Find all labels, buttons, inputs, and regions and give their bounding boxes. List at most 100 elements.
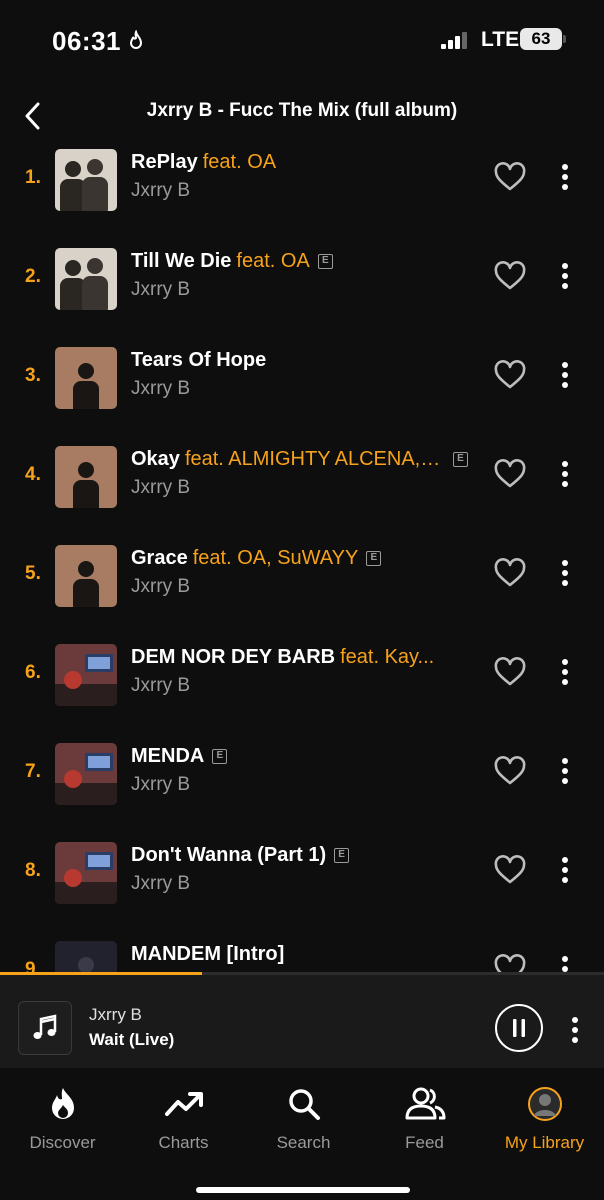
track-artist: Jxrry B bbox=[131, 279, 191, 300]
player-artwork bbox=[18, 1001, 72, 1055]
tab-my-library[interactable]: My Library bbox=[484, 1085, 604, 1153]
search-icon bbox=[288, 1089, 320, 1120]
track-title-line: MANDEM [Intro] bbox=[131, 943, 481, 966]
heart-icon[interactable] bbox=[494, 855, 526, 885]
more-options-icon[interactable] bbox=[553, 954, 577, 972]
more-options-icon[interactable] bbox=[553, 558, 577, 588]
cellular-signal-icon bbox=[441, 32, 467, 49]
more-options-icon[interactable] bbox=[553, 657, 577, 687]
status-time: 06:31 bbox=[52, 26, 121, 56]
track-row[interactable]: 9. MANDEM [Intro] bbox=[0, 932, 604, 972]
heart-icon[interactable] bbox=[494, 360, 526, 390]
track-row[interactable]: 8. Don't Wanna (Part 1) E Jxrry B bbox=[0, 833, 604, 932]
track-list: 1. RePlay feat. OA Jxrry B 2. Till We Die feat… bbox=[0, 140, 604, 972]
tab-search[interactable]: Search bbox=[243, 1085, 364, 1153]
track-number: 3. bbox=[25, 365, 41, 386]
track-info: MENDA E Jxrry B bbox=[131, 745, 481, 796]
track-row[interactable]: 3. Tears Of Hope Jxrry B bbox=[0, 338, 604, 437]
track-number: 9. bbox=[25, 959, 41, 972]
people-icon bbox=[405, 1087, 445, 1120]
heart-icon[interactable] bbox=[494, 261, 526, 291]
tab-label: Search bbox=[276, 1133, 331, 1152]
track-featuring: feat. OA bbox=[202, 151, 277, 173]
track-row[interactable]: 4. Okay feat. ALMIGHTY ALCENA, S... E Jxrry … bbox=[0, 437, 604, 536]
track-artwork bbox=[55, 941, 117, 972]
track-number: 8. bbox=[25, 860, 41, 881]
explicit-badge: E bbox=[334, 848, 350, 863]
heart-icon[interactable] bbox=[494, 657, 526, 687]
track-title-line: RePlay feat. OA bbox=[131, 151, 481, 174]
track-title: Till We Die bbox=[131, 250, 232, 272]
explicit-badge: E bbox=[452, 452, 468, 467]
more-options-icon[interactable] bbox=[553, 459, 577, 489]
track-number: 6. bbox=[25, 662, 41, 683]
track-title-line: Grace feat. OA, SuWAYY E bbox=[131, 547, 481, 570]
track-artwork bbox=[55, 149, 117, 211]
heart-icon[interactable] bbox=[494, 558, 526, 588]
more-options-icon[interactable] bbox=[553, 855, 577, 885]
track-number: 2. bbox=[25, 266, 41, 287]
tab-label: Charts bbox=[158, 1133, 209, 1152]
track-featuring: feat. Kay... bbox=[340, 646, 435, 668]
player-artist: Jxrry B bbox=[89, 1005, 142, 1024]
track-row[interactable]: 1. RePlay feat. OA Jxrry B bbox=[0, 140, 604, 239]
track-title-line: DEM NOR DEY BARB feat. Kay... bbox=[131, 646, 481, 669]
track-title-line: Till We Die feat. OA E bbox=[131, 250, 481, 273]
tab-label: My Library bbox=[504, 1133, 585, 1152]
heart-icon[interactable] bbox=[494, 459, 526, 489]
heart-icon[interactable] bbox=[494, 954, 526, 972]
more-options-icon[interactable] bbox=[553, 162, 577, 192]
track-artist: Jxrry B bbox=[131, 675, 191, 696]
more-options-icon[interactable] bbox=[553, 360, 577, 390]
player-more-options-icon[interactable] bbox=[563, 1015, 587, 1045]
track-title: Don't Wanna (Part 1) bbox=[131, 844, 327, 866]
track-row[interactable]: 5. Grace feat. OA, SuWAYY E Jxrry B bbox=[0, 536, 604, 635]
player-track-title: Wait (Live) bbox=[89, 1030, 175, 1049]
network-type: LTE bbox=[481, 28, 520, 51]
track-artwork bbox=[55, 248, 117, 310]
more-options-icon[interactable] bbox=[553, 756, 577, 786]
back-button[interactable] bbox=[14, 96, 50, 136]
music-note-icon bbox=[33, 1014, 57, 1039]
track-row[interactable]: 7. MENDA E Jxrry B bbox=[0, 734, 604, 833]
track-info: RePlay feat. OA Jxrry B bbox=[131, 151, 481, 202]
tab-label: Discover bbox=[29, 1133, 96, 1152]
mini-player[interactable]: Jxrry B Wait (Live) bbox=[0, 972, 604, 1068]
tab-bar: Discover Charts Search Feed My Library bbox=[0, 1068, 604, 1200]
battery-icon: 63 bbox=[520, 28, 562, 50]
track-artist: Jxrry B bbox=[131, 774, 191, 795]
track-artist: Jxrry B bbox=[131, 873, 191, 894]
track-artist: Jxrry B bbox=[131, 378, 191, 399]
track-title: MANDEM [Intro] bbox=[131, 943, 285, 965]
track-title: RePlay bbox=[131, 151, 198, 173]
home-indicator[interactable] bbox=[196, 1187, 410, 1193]
track-row[interactable]: 6. DEM NOR DEY BARB feat. Kay... Jxrry B bbox=[0, 635, 604, 734]
tab-feed[interactable]: Feed bbox=[364, 1085, 485, 1153]
track-artwork bbox=[55, 842, 117, 904]
status-bar: 06:31 LTE 63 bbox=[0, 0, 604, 80]
track-info: Till We Die feat. OA E Jxrry B bbox=[131, 250, 481, 301]
track-row[interactable]: 2. Till We Die feat. OA E Jxrry B bbox=[0, 239, 604, 338]
battery-tip bbox=[563, 35, 566, 43]
playback-progress-bar[interactable] bbox=[0, 972, 604, 975]
tab-charts[interactable]: Charts bbox=[123, 1085, 244, 1153]
track-featuring: feat. ALMIGHTY ALCENA, S... bbox=[184, 448, 445, 470]
tab-discover[interactable]: Discover bbox=[2, 1085, 123, 1153]
track-title-line: Tears Of Hope bbox=[131, 349, 481, 372]
flame-icon bbox=[51, 1088, 74, 1119]
track-info: Tears Of Hope Jxrry B bbox=[131, 349, 481, 400]
playback-progress-fill bbox=[0, 972, 203, 975]
pause-button[interactable] bbox=[495, 1004, 543, 1052]
explicit-badge: E bbox=[366, 551, 382, 566]
heart-icon[interactable] bbox=[494, 162, 526, 192]
track-artwork bbox=[55, 545, 117, 607]
trend-icon bbox=[164, 1092, 203, 1116]
track-info: DEM NOR DEY BARB feat. Kay... Jxrry B bbox=[131, 646, 481, 697]
track-number: 7. bbox=[25, 761, 41, 782]
track-number: 4. bbox=[25, 464, 41, 485]
more-options-icon[interactable] bbox=[553, 261, 577, 291]
track-title: MENDA bbox=[131, 745, 205, 767]
track-artwork bbox=[55, 743, 117, 805]
track-artwork bbox=[55, 446, 117, 508]
heart-icon[interactable] bbox=[494, 756, 526, 786]
